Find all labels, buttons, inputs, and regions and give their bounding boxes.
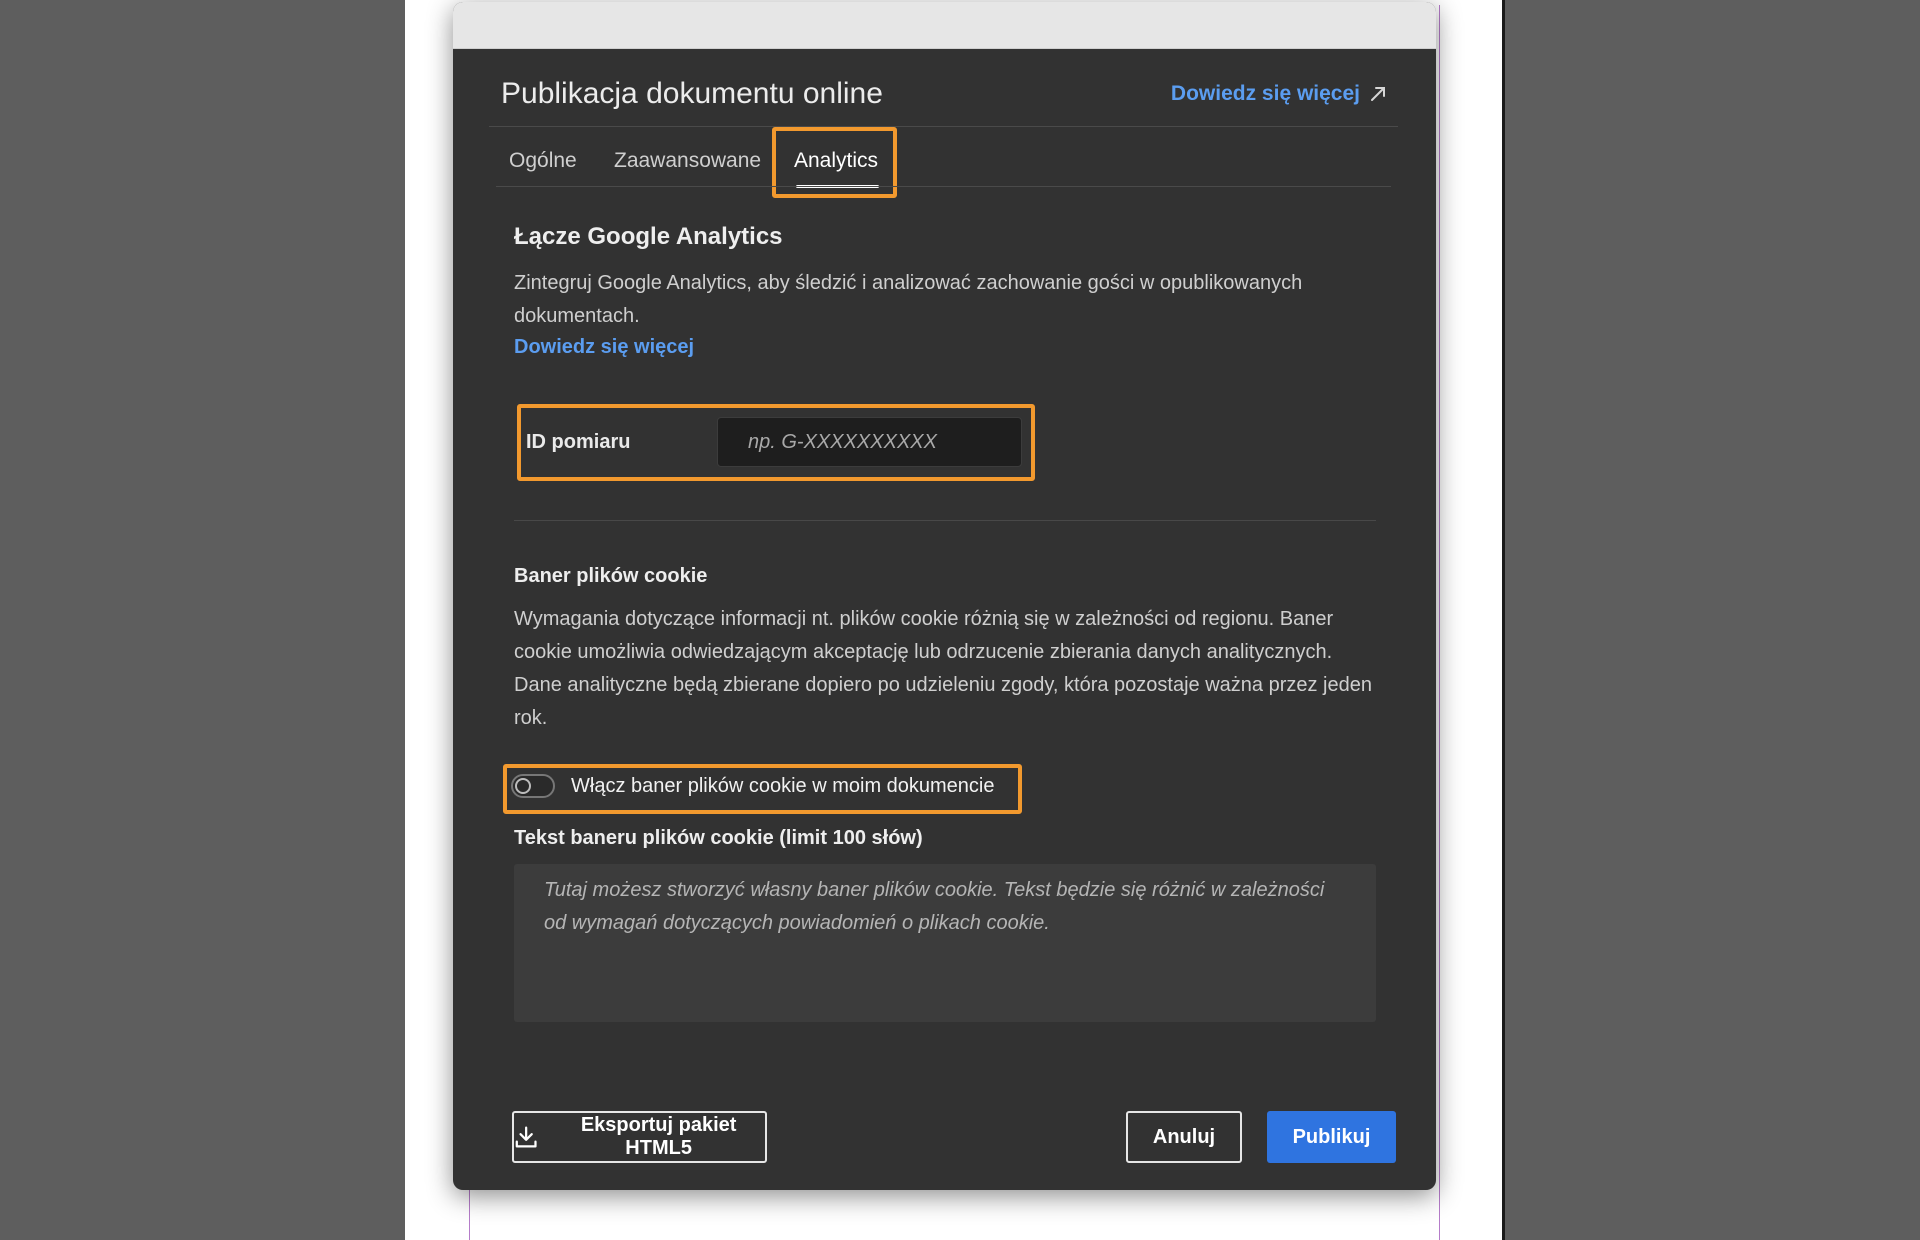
section-divider [514,520,1376,521]
title-divider [489,126,1398,127]
publish-online-dialog: Publikacja dokumentu online Dowiedz się … [453,2,1436,1190]
google-analytics-heading: Łącze Google Analytics [514,223,783,250]
learn-more-link[interactable]: Dowiedz się więcej [514,336,694,359]
dialog-titlebar[interactable] [453,2,1436,49]
tabs-divider [496,186,1391,187]
publish-button[interactable]: Publikuj [1267,1111,1396,1163]
cookie-banner-toggle-label[interactable]: Włącz baner plików cookie w moim dokumen… [571,775,995,798]
cookie-banner-description: Wymagania dotyczące informacji nt. plikó… [514,608,1372,729]
margin-guide-right [1439,5,1440,1240]
learn-more-top-label: Dowiedz się więcej [1170,82,1360,105]
cookie-banner-heading: Baner plików cookie [514,565,708,587]
export-html5-label: Eksportuj pakiet HTML5 [580,1114,737,1159]
external-link-icon [1371,87,1385,101]
download-icon [515,1126,537,1148]
cookie-banner-toggle[interactable] [511,774,555,798]
tab-analytics[interactable]: Analytics [794,149,878,173]
google-analytics-description: Zintegruj Google Analytics, aby śledzić … [514,272,1303,327]
tab-advanced[interactable]: Zaawansowane [614,149,761,173]
measurement-id-label: ID pomiaru [526,431,631,453]
learn-more-link-top[interactable]: Dowiedz się więcej [1171,82,1388,106]
measurement-id-input[interactable] [717,417,1022,467]
export-html5-button[interactable]: Eksportuj pakiet HTML5 [512,1111,767,1163]
tab-general[interactable]: Ogólne [509,149,577,173]
cancel-button[interactable]: Anuluj [1126,1111,1242,1163]
cookie-text-area[interactable] [514,864,1376,1022]
toggle-knob [515,778,531,794]
cookie-text-label: Tekst baneru plików cookie (limit 100 sł… [514,827,923,849]
dialog-title: Publikacja dokumentu online [501,77,883,110]
